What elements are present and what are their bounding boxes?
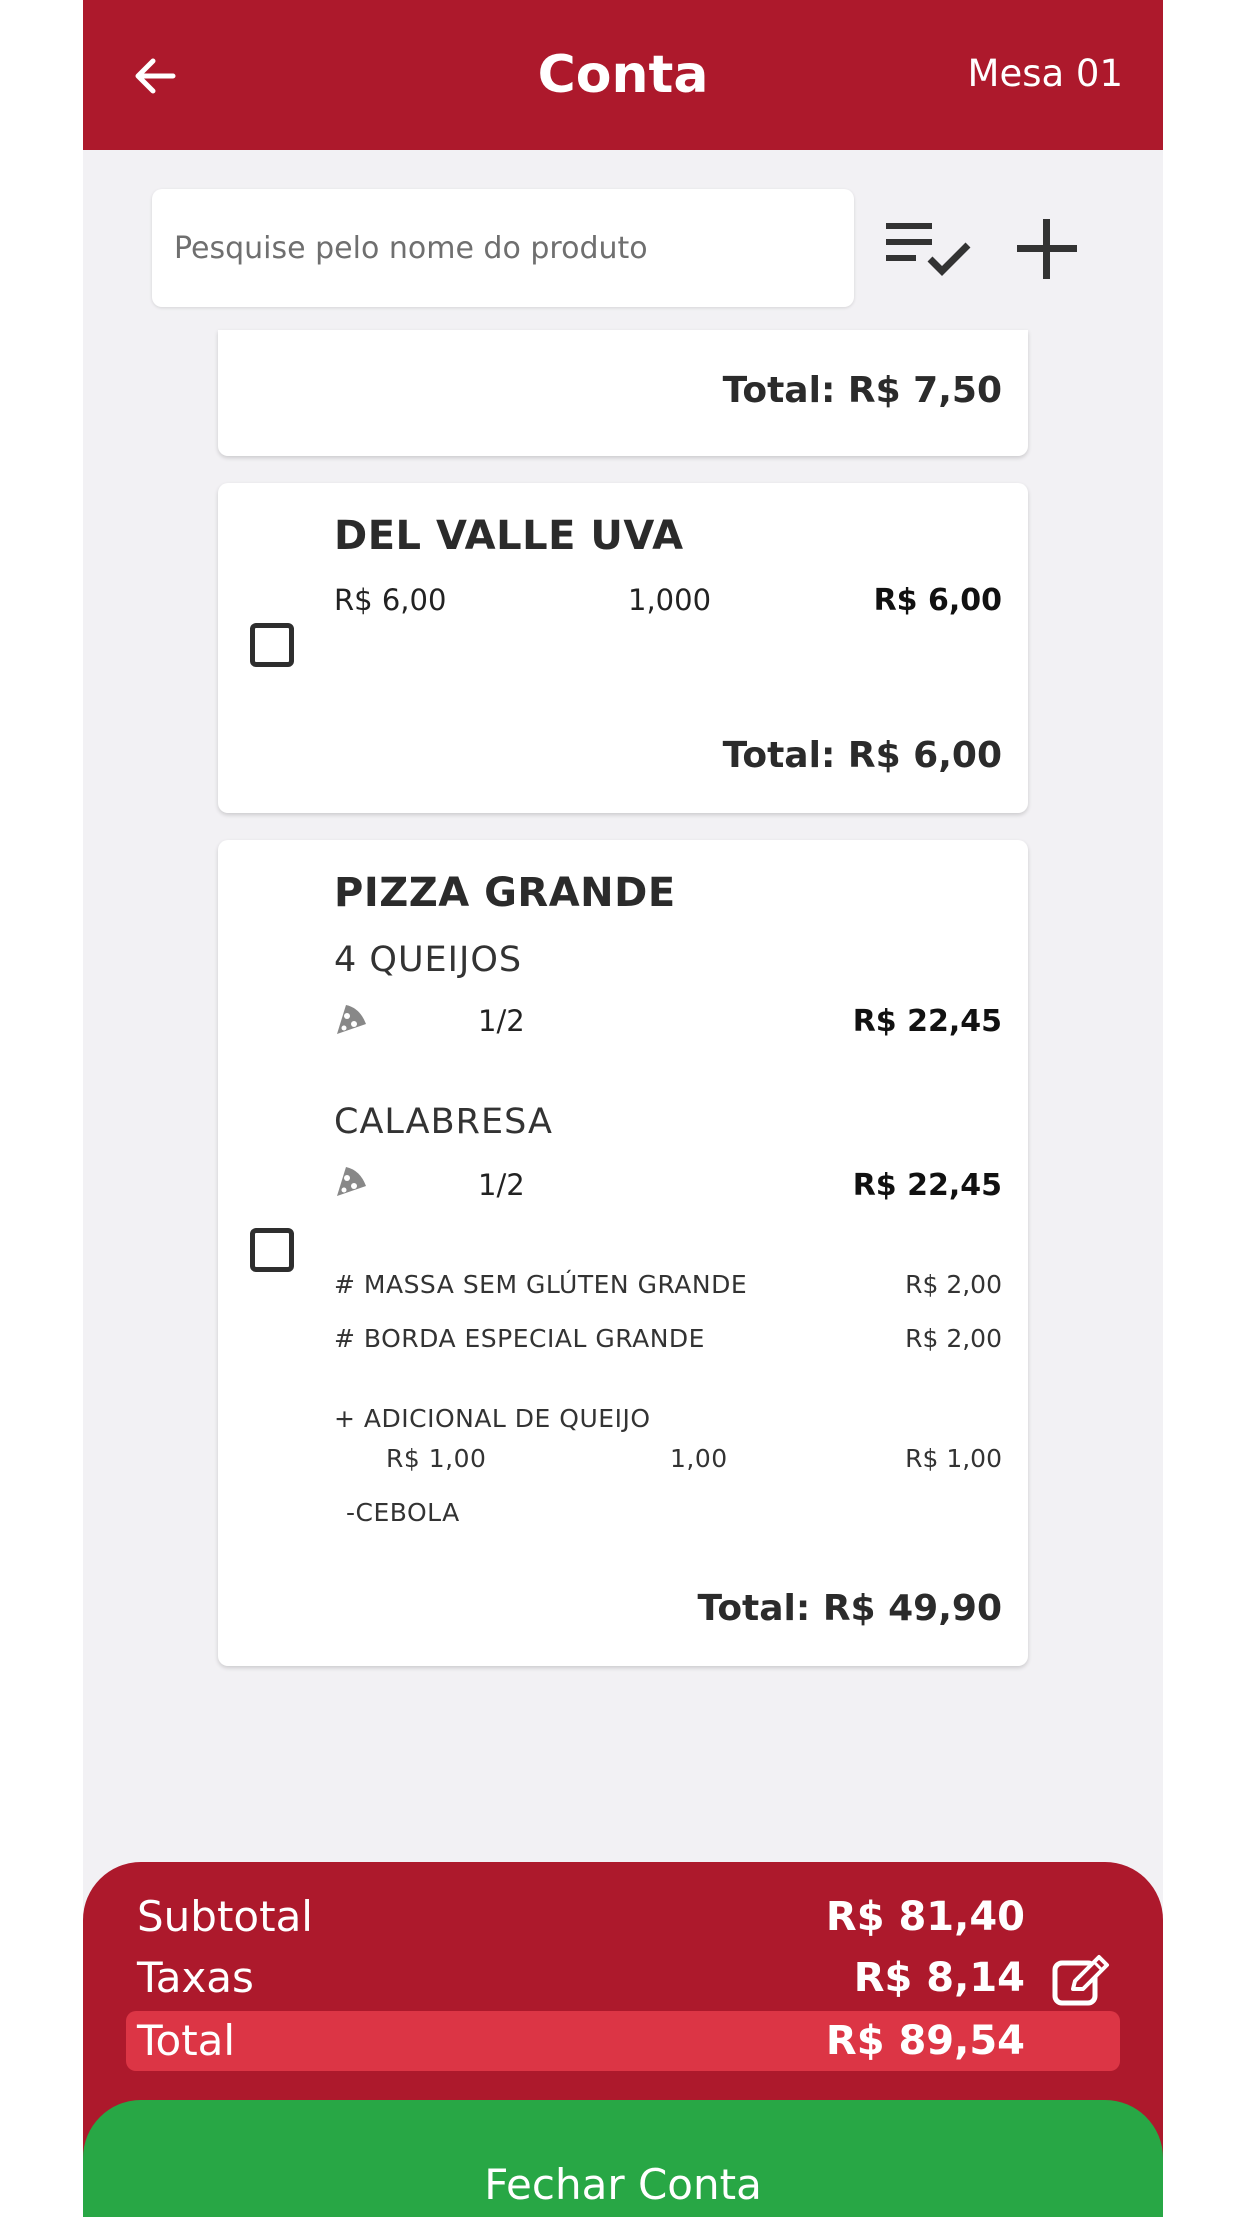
order-item-card: PIZZA GRANDE 4 QUEIJOS 1/2 R$ 22,45 CALA…: [218, 840, 1028, 1666]
item-checkbox[interactable]: [250, 1228, 294, 1272]
checklist-icon[interactable]: [884, 215, 972, 287]
addition-price: R$ 1,00: [905, 1444, 1002, 1473]
item-total: Total: R$ 7,50: [722, 370, 1002, 411]
app-header: Conta Mesa 01: [83, 0, 1163, 150]
unit-price: R$ 6,00: [334, 583, 447, 617]
order-item-card: DEL VALLE UVA R$ 6,00 1,000 R$ 6,00 Tota…: [218, 483, 1028, 813]
flavor-price: R$ 22,45: [852, 1004, 1002, 1039]
search-input[interactable]: [152, 189, 854, 307]
product-name: DEL VALLE UVA: [334, 513, 684, 559]
fees-label: Taxas: [137, 1953, 254, 2002]
plus-icon[interactable]: [1015, 215, 1079, 283]
option-name: # BORDA ESPECIAL GRANDE: [334, 1324, 705, 1353]
pizza-slice-icon: [337, 1167, 366, 1196]
option-name: # MASSA SEM GLÚTEN GRANDE: [334, 1270, 748, 1299]
close-bill-button[interactable]: Fechar Conta: [83, 2100, 1163, 2217]
app-screen: Conta Mesa 01 Total: R$ 7,50 DEL VALLE U…: [83, 0, 1163, 2217]
flavor-name: CALABRESA: [334, 1102, 553, 1142]
flavor-fraction: 1/2: [478, 1168, 525, 1202]
addition-name: + ADICIONAL DE QUEIJO: [334, 1404, 651, 1433]
subtotal-label: Subtotal: [137, 1892, 313, 1941]
table-label: Mesa 01: [967, 52, 1123, 95]
item-checkbox[interactable]: [250, 623, 294, 667]
addition-quantity: 1,00: [670, 1444, 728, 1473]
option-price: R$ 2,00: [905, 1270, 1002, 1299]
addition-unit-price: R$ 1,00: [386, 1444, 487, 1473]
flavor-name: 4 QUEIJOS: [334, 940, 523, 980]
item-total: Total: R$ 49,90: [697, 1588, 1002, 1629]
total-label: Total: [137, 2016, 236, 2065]
fees-value: R$ 8,14: [853, 1955, 1025, 2001]
line-price: R$ 6,00: [873, 583, 1002, 618]
removal-item: -CEBOLA: [346, 1498, 460, 1527]
flavor-fraction: 1/2: [478, 1004, 525, 1038]
pizza-slice-icon: [337, 1005, 366, 1034]
flavor-price: R$ 22,45: [852, 1168, 1002, 1203]
edit-icon[interactable]: [1051, 1953, 1113, 2009]
quantity: 1,000: [628, 583, 712, 617]
product-name: PIZZA GRANDE: [334, 870, 676, 916]
item-total: Total: R$ 6,00: [722, 735, 1002, 776]
option-price: R$ 2,00: [905, 1324, 1002, 1353]
total-value: R$ 89,54: [825, 2018, 1025, 2064]
subtotal-value: R$ 81,40: [825, 1894, 1025, 1940]
order-item-card: Total: R$ 7,50: [218, 330, 1028, 456]
